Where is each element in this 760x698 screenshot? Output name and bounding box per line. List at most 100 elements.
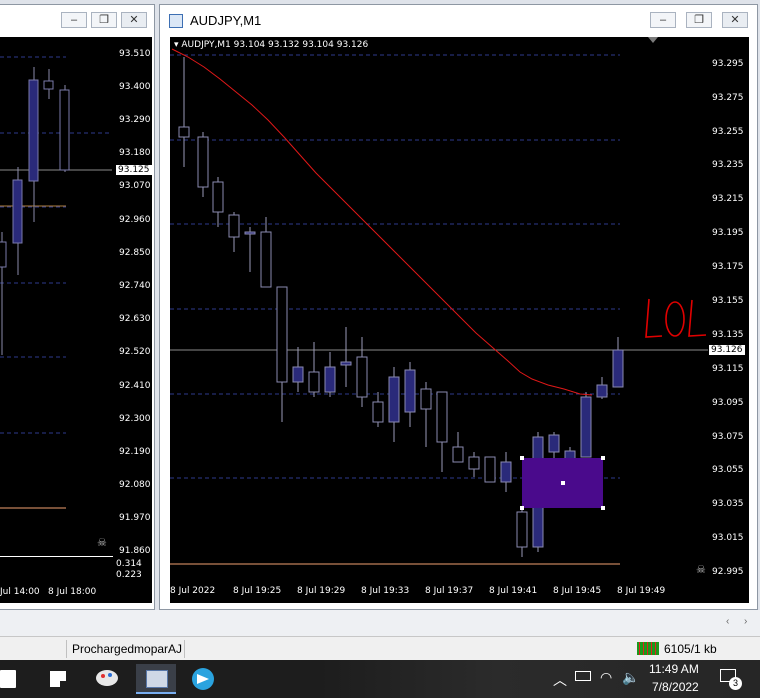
info-text: AUDJPY,M1 93.104 93.132 93.104 93.126	[181, 40, 369, 50]
candle-body	[580, 396, 592, 458]
main-x-tick: 8 Jul 19:33	[361, 586, 410, 596]
chart-window-icon	[169, 14, 183, 28]
left-x-tick: 8 Jul 18:00	[48, 587, 97, 597]
left-restore-button[interactable]: ❐	[91, 12, 117, 28]
main-y-tick: 93.115	[712, 364, 744, 374]
candle-body	[178, 126, 190, 138]
main-close-button[interactable]: ✕	[722, 12, 748, 28]
left-y-tick: 92.410	[119, 381, 151, 391]
left-y-tick: 93.180	[119, 148, 151, 158]
left-y-tick: 93.400	[119, 82, 151, 92]
status-divider	[66, 640, 67, 658]
main-x-tick: 8 Jul 2022	[170, 586, 216, 596]
clock-date[interactable]: 7/8/2022	[652, 680, 699, 694]
left-y-tick: 92.080	[119, 480, 151, 490]
tray-chevron-icon[interactable]: ︿	[553, 670, 567, 690]
candle-body	[484, 456, 496, 483]
main-window-title: AUDJPY,M1	[190, 13, 262, 28]
metatrader-icon[interactable]	[136, 664, 176, 694]
main-x-tick: 8 Jul 19:45	[553, 586, 602, 596]
left-y-tick: 92.630	[119, 314, 151, 324]
candle-body	[516, 511, 528, 548]
main-current-price-tag: 93.126	[709, 345, 745, 355]
left-close-button[interactable]: ✕	[121, 12, 147, 28]
left-y-tick: 91.860	[119, 546, 151, 556]
wifi-icon[interactable]: ◠	[600, 669, 612, 686]
main-y-tick: 93.295	[712, 59, 744, 69]
main-y-tick: 93.135	[712, 330, 744, 340]
status-divider	[184, 640, 185, 658]
candle-body	[228, 214, 240, 238]
shift-marker-icon[interactable]	[648, 37, 658, 43]
main-y-tick: 92.995	[712, 567, 744, 577]
calculator-icon[interactable]	[0, 664, 40, 694]
candle-body	[404, 369, 416, 413]
connection-bars-icon	[637, 642, 659, 655]
main-x-tick: 8 Jul 19:29	[297, 586, 346, 596]
scroll-left-icon[interactable]: ‹	[726, 616, 729, 627]
main-y-tick: 93.155	[712, 296, 744, 306]
status-bar: ProchargedmoparAJ 6105/1 kb	[0, 636, 760, 661]
main-y-tick: 93.095	[712, 398, 744, 408]
main-minimize-button[interactable]: –	[650, 12, 676, 28]
left-x-tick: Jul 14:00	[0, 587, 40, 597]
candle-body	[340, 361, 352, 366]
candle-body	[388, 376, 400, 423]
candle-body	[356, 356, 368, 398]
candle-body	[500, 461, 512, 483]
paint-icon[interactable]	[90, 664, 130, 694]
main-y-tick: 93.035	[712, 499, 744, 509]
status-profile: ProchargedmoparAJ	[72, 642, 183, 656]
candle-body	[260, 231, 272, 288]
candle-body	[452, 446, 464, 463]
left-y-tick: 92.190	[119, 447, 151, 457]
left-y-tick: 92.740	[119, 281, 151, 291]
main-x-tick: 8 Jul 19:41	[489, 586, 538, 596]
left-indicator-separator	[0, 556, 113, 557]
left-indicator-tick: 0.223	[116, 570, 142, 580]
left-y-tick: 91.970	[119, 513, 151, 523]
main-y-tick: 93.195	[712, 228, 744, 238]
left-current-price-tag: 93.125	[116, 165, 152, 175]
mdi-bottom-strip	[0, 610, 760, 636]
sticky-notes-icon[interactable]	[42, 664, 82, 694]
left-y-tick: 93.510	[119, 49, 151, 59]
info-line: ▾ AUDJPY,M1 93.104 93.132 93.104 93.126	[174, 40, 368, 50]
main-y-tick: 93.235	[712, 160, 744, 170]
main-y-tick: 93.055	[712, 465, 744, 475]
left-y-tick: 92.960	[119, 215, 151, 225]
main-window-titlebar[interactable]: AUDJPY,M1 – ❐ ✕	[160, 5, 757, 35]
left-y-tick: 92.850	[119, 248, 151, 258]
main-y-tick: 93.275	[712, 93, 744, 103]
candle-body	[420, 388, 432, 410]
main-restore-button[interactable]: ❐	[686, 12, 712, 28]
skull-icon: ☠	[696, 563, 706, 576]
scroll-right-icon[interactable]: ›	[744, 616, 747, 627]
volume-icon[interactable]: 🔈	[622, 669, 639, 686]
clock-time[interactable]: 11:49 AM	[649, 662, 699, 676]
main-x-tick: 8 Jul 19:37	[425, 586, 474, 596]
telegram-icon[interactable]	[184, 664, 224, 694]
candle-body	[612, 349, 624, 388]
battery-icon[interactable]	[575, 671, 591, 681]
main-y-tick: 93.255	[712, 127, 744, 137]
main-y-tick: 93.175	[712, 262, 744, 272]
left-skull-icon: ☠	[97, 537, 107, 549]
main-y-tick: 93.215	[712, 194, 744, 204]
candle-body	[292, 366, 304, 383]
taskbar: ︿ ◠ 🔈 11:49 AM 7/8/2022 3	[0, 660, 760, 698]
main-y-tick: 93.015	[712, 533, 744, 543]
candle-body	[212, 181, 224, 213]
left-y-tick: 92.300	[119, 414, 151, 424]
main-x-tick: 8 Jul 19:49	[617, 586, 666, 596]
candle-body	[276, 286, 288, 383]
status-traffic: 6105/1 kb	[664, 642, 717, 656]
candle-body	[468, 456, 480, 470]
candle-body	[436, 391, 448, 443]
candle-body	[596, 384, 608, 398]
main-chart-canvas[interactable]: ☠	[170, 37, 749, 603]
left-minimize-button[interactable]: –	[61, 12, 87, 28]
candle-body	[308, 371, 320, 393]
candle-body	[324, 366, 336, 393]
candle-body	[372, 401, 384, 423]
